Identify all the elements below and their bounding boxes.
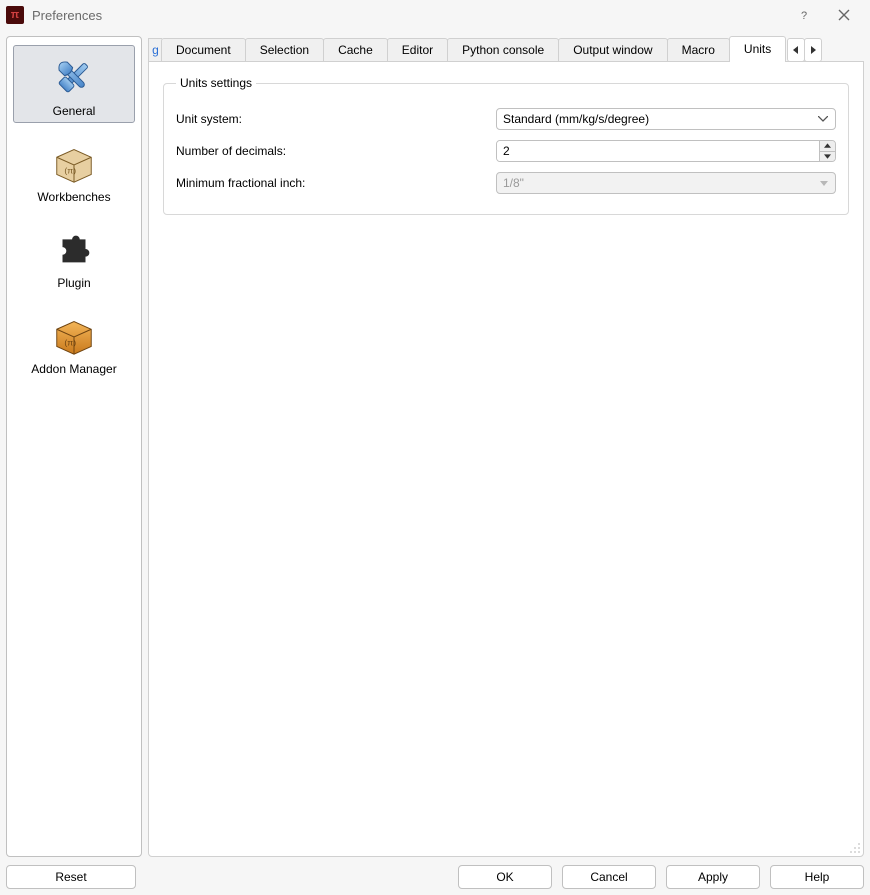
unit-system-select[interactable]: Standard (mm/kg/s/degree) <box>496 108 836 130</box>
svg-text:?: ? <box>801 10 807 21</box>
sidebar-item-label: Workbenches <box>37 190 110 204</box>
tab-scroll-right-icon[interactable] <box>804 38 822 62</box>
titlebar: π Preferences ? <box>0 0 870 30</box>
svg-text:(π): (π) <box>64 166 76 176</box>
tab-output-window[interactable]: Output window <box>558 38 667 62</box>
tab-label: Units <box>744 42 771 56</box>
sidebar-item-general[interactable]: General <box>13 45 135 123</box>
app-icon: π <box>6 6 24 24</box>
puzzle-icon <box>46 224 102 274</box>
tab-content: Units settings Unit system: Standard (mm… <box>148 61 864 857</box>
tab-label: Cache <box>338 43 373 57</box>
tab-label: Selection <box>260 43 309 57</box>
tab-document[interactable]: Document <box>161 38 246 62</box>
cancel-button[interactable]: Cancel <box>562 865 656 889</box>
tab-label: Output window <box>573 43 652 57</box>
sidebar-item-label: Plugin <box>57 276 90 290</box>
tab-scroll-left-icon[interactable] <box>787 38 805 62</box>
tab-units[interactable]: Units <box>729 36 786 62</box>
tab-label: Editor <box>402 43 433 57</box>
apply-button[interactable]: Apply <box>666 865 760 889</box>
decimals-label: Number of decimals: <box>176 144 496 158</box>
sidebar-item-plugin[interactable]: Plugin <box>13 217 135 295</box>
decimals-input[interactable] <box>497 141 819 161</box>
resize-grip-icon[interactable] <box>849 842 861 854</box>
tab-python-console[interactable]: Python console <box>447 38 559 62</box>
settings-panel: g Document Selection Cache Editor Python… <box>148 36 864 857</box>
close-icon[interactable] <box>824 0 864 30</box>
min-fractional-value: 1/8" <box>503 176 524 190</box>
min-fractional-label: Minimum fractional inch: <box>176 176 496 190</box>
tools-icon <box>46 52 102 102</box>
tab-selection[interactable]: Selection <box>245 38 324 62</box>
decimals-spinbox[interactable] <box>496 140 836 162</box>
spin-down-icon[interactable] <box>820 152 835 162</box>
tab-overflow-hint[interactable]: g <box>148 38 162 62</box>
ok-button[interactable]: OK <box>458 865 552 889</box>
category-sidebar: General (π) Workbenches <box>6 36 142 857</box>
help-icon[interactable]: ? <box>784 0 824 30</box>
help-button[interactable]: Help <box>770 865 864 889</box>
box-icon: (π) <box>46 138 102 188</box>
dialog-button-bar: Reset OK Cancel Apply Help <box>6 857 864 889</box>
group-title: Units settings <box>176 76 256 90</box>
reset-button[interactable]: Reset <box>6 865 136 889</box>
spin-up-icon[interactable] <box>820 141 835 152</box>
unit-system-label: Unit system: <box>176 112 496 126</box>
tab-label: Python console <box>462 43 544 57</box>
units-settings-group: Units settings Unit system: Standard (mm… <box>163 76 849 215</box>
tab-bar: g Document Selection Cache Editor Python… <box>148 36 864 62</box>
tab-cache[interactable]: Cache <box>323 38 388 62</box>
package-icon: (π) <box>46 310 102 360</box>
tab-macro[interactable]: Macro <box>667 38 730 62</box>
sidebar-item-addon-manager[interactable]: (π) Addon Manager <box>13 303 135 381</box>
window-title: Preferences <box>32 8 102 23</box>
sidebar-item-label: Addon Manager <box>31 362 116 376</box>
min-fractional-select: 1/8" <box>496 172 836 194</box>
sidebar-item-label: General <box>53 104 96 118</box>
svg-text:(π): (π) <box>64 338 76 348</box>
tab-label: Document <box>176 43 231 57</box>
sidebar-item-workbenches[interactable]: (π) Workbenches <box>13 131 135 209</box>
tab-editor[interactable]: Editor <box>387 38 448 62</box>
tab-label: Macro <box>682 43 715 57</box>
